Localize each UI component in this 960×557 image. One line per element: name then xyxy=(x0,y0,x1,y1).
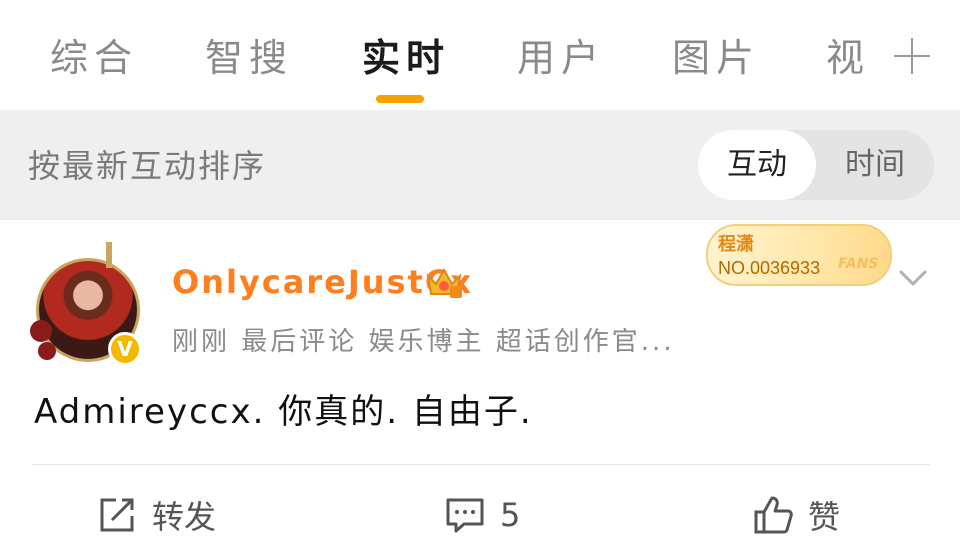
avatar[interactable]: V xyxy=(28,242,148,370)
sort-option-interaction[interactable]: 互动 xyxy=(698,130,816,200)
rose-decoration-icon xyxy=(30,320,52,342)
divider xyxy=(32,464,930,465)
post-content: Admireyccx. 你真的. 自由子. xyxy=(34,392,533,432)
crown-level-icon xyxy=(426,267,462,298)
active-tab-indicator xyxy=(376,95,424,103)
sort-label: 按最新互动排序 xyxy=(28,147,267,185)
repost-button[interactable]: 转发 xyxy=(96,490,216,540)
like-label: 赞 xyxy=(808,498,841,536)
fans-tag: FANS xyxy=(838,256,879,272)
share-icon xyxy=(100,498,134,532)
tab-smart-search[interactable]: 智搜 xyxy=(205,30,293,86)
thumbs-up-icon xyxy=(754,496,793,534)
comment-button[interactable]: 5 xyxy=(444,490,520,540)
tab-comprehensive[interactable]: 综合 xyxy=(50,30,138,86)
sparkle-decoration-icon xyxy=(106,242,112,268)
tab-users[interactable]: 用户 xyxy=(517,30,605,86)
post-meta: 刚刚 最后评论 娱乐博主 超话创作官... xyxy=(172,327,675,357)
verified-badge-icon: V xyxy=(108,332,142,366)
repost-label: 转发 xyxy=(152,498,217,536)
sort-toggle: 互动 时间 xyxy=(698,130,934,200)
tab-realtime[interactable]: 实时 xyxy=(362,30,450,86)
comment-icon xyxy=(446,498,484,533)
tab-images[interactable]: 图片 xyxy=(672,30,760,86)
post-card: V OnlycareJustCx 刚刚 最后评论 娱乐博主 超话创作官... 程… xyxy=(0,220,960,557)
rose-decoration-icon xyxy=(38,342,56,360)
chevron-down-icon[interactable] xyxy=(898,268,928,288)
add-tab-icon[interactable] xyxy=(892,36,932,76)
fans-idol-name: 程潇 xyxy=(718,234,754,255)
tab-video[interactable]: 视 xyxy=(826,30,870,86)
search-tabs-bar: 综合 智搜 实时 用户 图片 视 xyxy=(0,0,960,110)
sort-bar: 按最新互动排序 互动 时间 xyxy=(0,110,960,220)
fans-badge-card[interactable]: 程潇 NO.0036933 FANS xyxy=(706,224,892,286)
sort-option-time[interactable]: 时间 xyxy=(816,130,934,200)
comment-count: 5 xyxy=(500,496,521,534)
like-button[interactable]: 赞 xyxy=(752,490,840,540)
fans-number: NO.0036933 xyxy=(718,258,821,278)
